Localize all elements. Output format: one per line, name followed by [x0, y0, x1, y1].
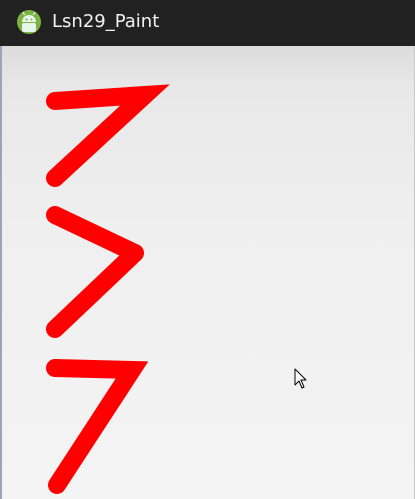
red-stroke-1 — [46, 84, 170, 187]
drawing-layer — [46, 84, 170, 494]
mouse-cursor-icon — [294, 368, 307, 389]
red-stroke-2 — [46, 206, 144, 338]
red-stroke-3 — [46, 359, 149, 494]
